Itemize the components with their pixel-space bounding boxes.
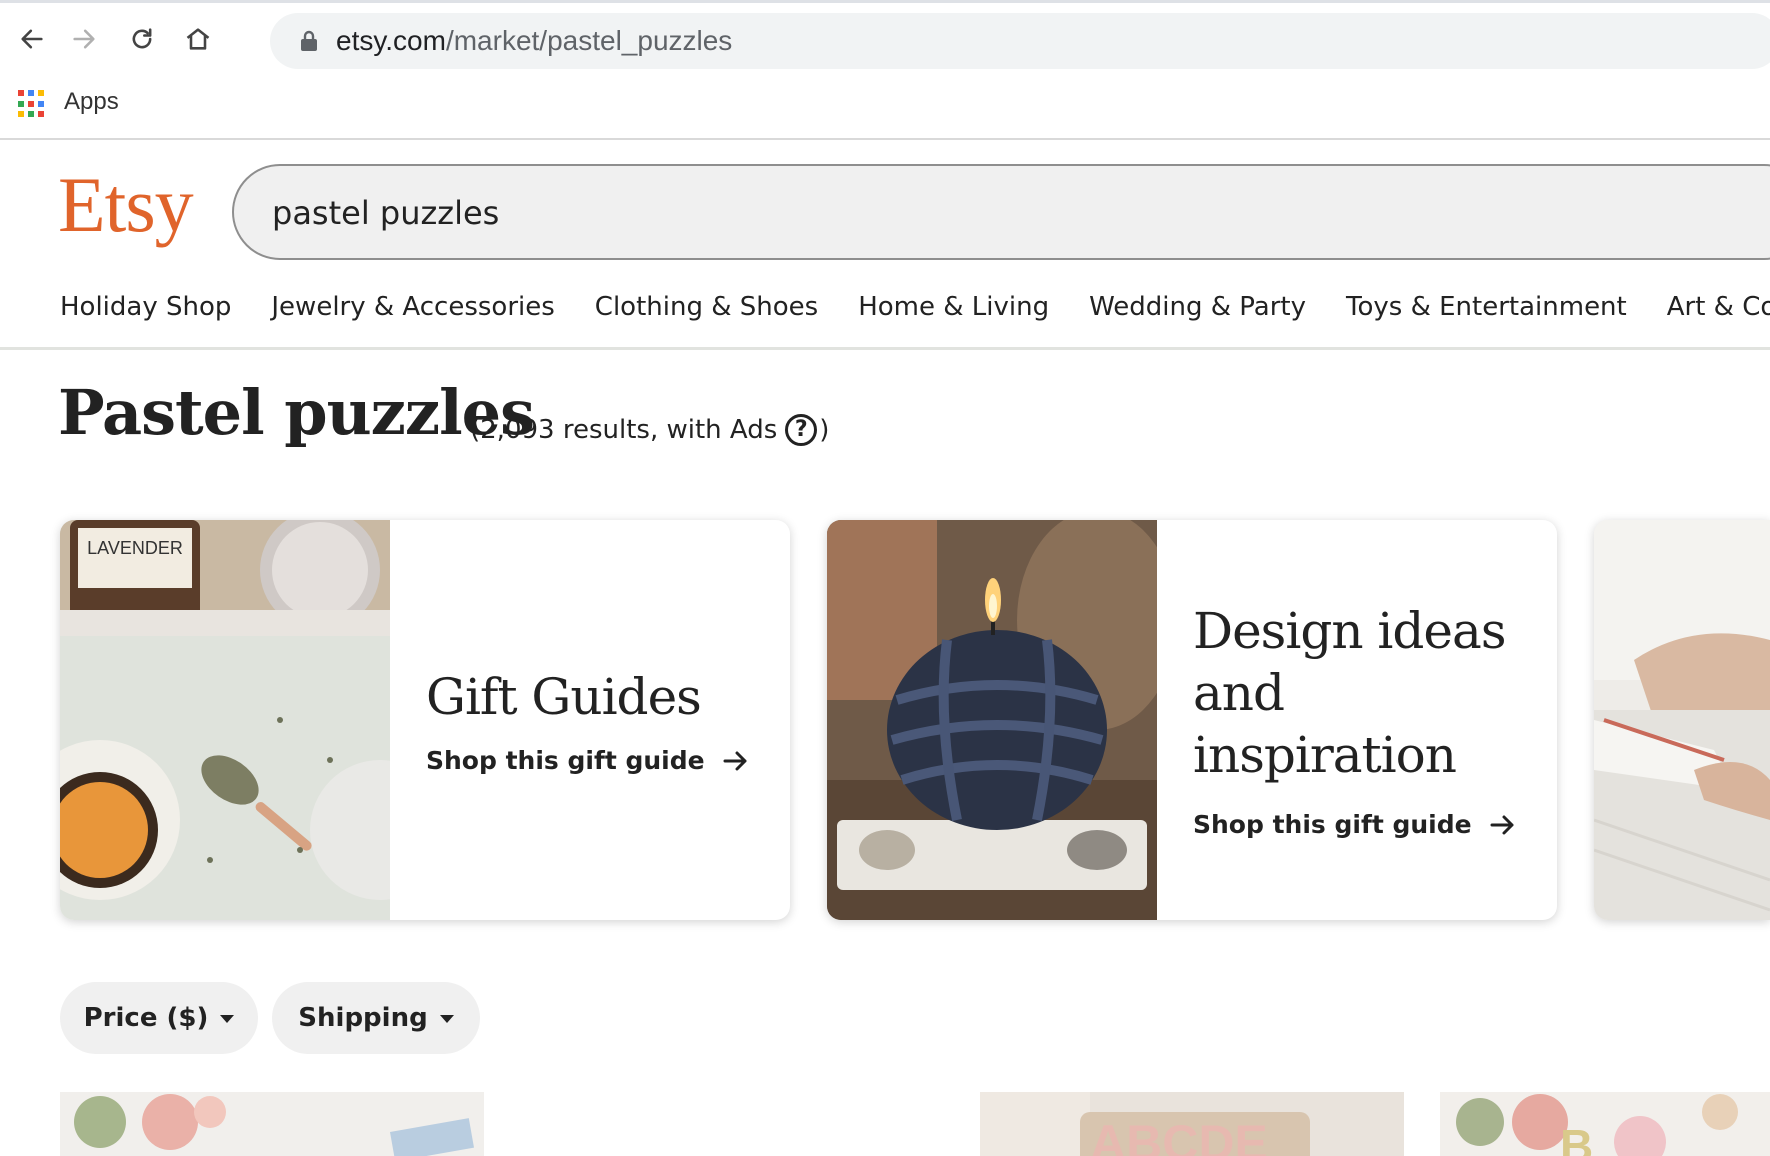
- card-title-line: and: [1193, 664, 1285, 722]
- category-nav: Holiday Shop Jewelry & Accessories Cloth…: [60, 292, 1770, 322]
- candle-image: [827, 520, 1157, 920]
- bookmarks-bar: Apps: [0, 76, 1770, 140]
- url-path: /market/pastel_puzzles: [445, 25, 733, 56]
- category-home-living[interactable]: Home & Living: [858, 292, 1049, 322]
- card-title: Gift Guides: [426, 668, 702, 726]
- price-filter-button[interactable]: Price ($): [60, 982, 258, 1054]
- category-wedding-party[interactable]: Wedding & Party: [1089, 292, 1306, 322]
- help-circle-icon[interactable]: ?: [785, 414, 818, 446]
- shop-gift-guide-link[interactable]: Shop this gift guide: [426, 746, 749, 775]
- caret-down-icon: [220, 1015, 235, 1023]
- svg-text:LAVENDER: LAVENDER: [87, 538, 183, 558]
- category-toys-entertainment[interactable]: Toys & Entertainment: [1346, 292, 1627, 322]
- reading-image: [1594, 520, 1770, 920]
- listing-thumbnail[interactable]: B: [1440, 1092, 1770, 1156]
- listing-thumbnail[interactable]: ABCDE: [980, 1092, 1404, 1156]
- apps-grid-icon[interactable]: [18, 90, 46, 118]
- lavender-gift-image: LAVENDER: [60, 520, 390, 920]
- forward-button[interactable]: [66, 21, 102, 57]
- back-button[interactable]: [14, 21, 50, 57]
- etsy-header: Etsy pastel puzzles Holiday Shop Jewelry…: [0, 140, 1770, 350]
- card-title-multiline: Design ideas and inspiration: [1193, 600, 1506, 786]
- card-link-label: Shop this gift guide: [426, 746, 705, 775]
- design-ideas-card[interactable]: Design ideas and inspiration Shop this g…: [827, 520, 1557, 920]
- apps-bookmark[interactable]: Apps: [64, 88, 119, 116]
- back-arrow-icon: [21, 29, 43, 49]
- listing-thumbnail[interactable]: [60, 1092, 484, 1156]
- results-count-close: ): [819, 415, 830, 445]
- page-title: Pastel puzzles: [58, 376, 535, 449]
- address-bar[interactable]: etsy.com/market/pastel_puzzles: [270, 13, 1770, 69]
- shipping-filter-button[interactable]: Shipping: [272, 982, 480, 1054]
- category-art-collectibles[interactable]: Art & Collecti: [1667, 292, 1770, 322]
- card-title-line: inspiration: [1193, 726, 1457, 784]
- results-count-text: (2,093 results, with Ads: [470, 415, 778, 445]
- shipping-filter-label: Shipping: [298, 1003, 428, 1033]
- forward-arrow-icon: [73, 29, 95, 49]
- category-clothing-shoes[interactable]: Clothing & Shoes: [595, 292, 818, 322]
- lock-icon: [301, 30, 317, 51]
- url-domain: etsy.com: [336, 25, 446, 56]
- svg-text:ABCDE: ABCDE: [1090, 1115, 1268, 1156]
- reload-button[interactable]: [124, 21, 160, 57]
- home-icon: [186, 28, 210, 50]
- right-arrow-icon: [723, 751, 747, 770]
- category-holiday-shop[interactable]: Holiday Shop: [60, 292, 231, 322]
- shop-gift-guide-link[interactable]: Shop this gift guide: [1193, 810, 1516, 839]
- gift-guides-card[interactable]: LAVENDER Gift Guides Shop this gift guid…: [60, 520, 790, 920]
- category-jewelry-accessories[interactable]: Jewelry & Accessories: [271, 292, 554, 322]
- search-input[interactable]: pastel puzzles: [232, 164, 1770, 260]
- card-title-line: Design ideas: [1193, 602, 1506, 660]
- search-query: pastel puzzles: [272, 194, 500, 232]
- right-arrow-icon: [1490, 815, 1514, 834]
- price-filter-label: Price ($): [83, 1003, 209, 1033]
- caret-down-icon: [439, 1015, 454, 1023]
- browser-toolbar: etsy.com/market/pastel_puzzles: [0, 0, 1770, 76]
- reading-card-partial[interactable]: [1594, 520, 1770, 920]
- etsy-logo[interactable]: Etsy: [58, 166, 194, 244]
- results-count: (2,093 results, with Ads ? ): [470, 414, 829, 446]
- card-link-label: Shop this gift guide: [1193, 810, 1472, 839]
- svg-text:B: B: [1560, 1120, 1593, 1156]
- url-text: etsy.com/market/pastel_puzzles: [336, 25, 732, 57]
- home-button[interactable]: [180, 21, 216, 57]
- reload-icon: [132, 28, 152, 49]
